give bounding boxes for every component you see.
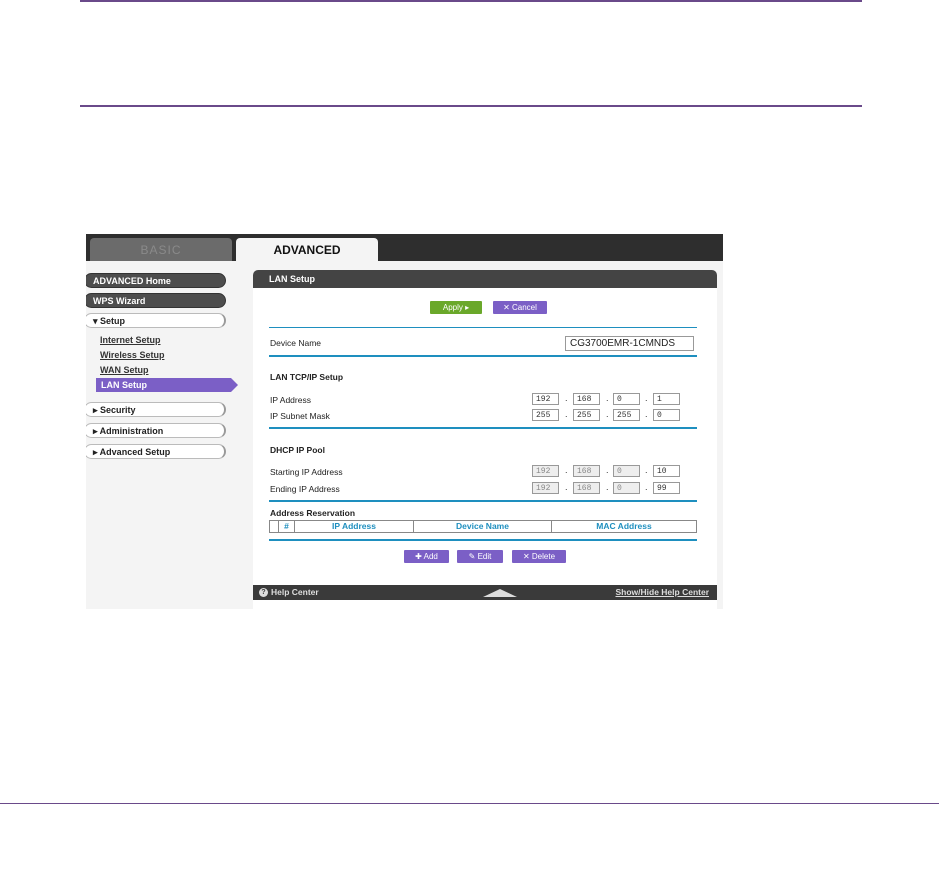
ip-address-octet-3[interactable]: 0 [613,393,640,405]
device-name-label: Device Name [270,338,322,348]
help-center-label[interactable]: Help Center [271,587,319,597]
dot-separator: . [565,409,568,419]
ending-ip-octet-4[interactable]: 99 [653,482,680,494]
dot-separator: . [606,465,609,475]
tab-advanced[interactable]: ADVANCED [236,238,378,261]
dot-separator: . [645,482,648,492]
sidebar-item-setup[interactable]: ▾ Setup [86,313,226,328]
sidebar: ADVANCED Home WPS Wizard ▾ Setup Interne… [86,261,238,609]
dhcp-pool-section-title: DHCP IP Pool [270,445,325,455]
header-rule [80,105,862,107]
dot-separator: . [606,409,609,419]
column-header-device-name: Device Name [414,521,552,532]
sidebar-item-wps-wizard[interactable]: WPS Wizard [86,293,226,308]
lan-tcpip-section-title: LAN TCP/IP Setup [270,372,344,382]
divider [269,539,697,541]
ending-ip-label: Ending IP Address [270,484,340,494]
sidebar-item-advanced-setup[interactable]: ▸ Advanced Setup [86,444,226,459]
starting-ip-label: Starting IP Address [270,467,343,477]
dot-separator: . [645,393,648,403]
add-button[interactable]: ✚ Add [404,550,449,563]
question-icon: ? [259,588,268,598]
tab-basic[interactable]: BASIC [90,238,232,261]
ip-address-octet-4[interactable]: 1 [653,393,680,405]
subnet-octet-4[interactable]: 0 [653,409,680,421]
subnet-mask-label: IP Subnet Mask [270,411,330,421]
sidebar-item-internet-setup[interactable]: Internet Setup [100,335,161,345]
footer-rule [0,803,939,804]
starting-ip-octet-1: 192 [532,465,559,477]
show-hide-help-center-link[interactable]: Show/Hide Help Center [615,585,709,600]
tab-bar: BASIC ADVANCED [86,234,723,261]
lan-setup-panel: LAN Setup Apply ▸ ✕ Cancel Device Name C… [253,270,717,609]
ip-address-octet-2[interactable]: 168 [573,393,600,405]
help-center-bar: ? Help Center Show/Hide Help Center [253,585,717,600]
dot-separator: . [565,482,568,492]
starting-ip-octet-2: 168 [573,465,600,477]
subnet-octet-1[interactable]: 255 [532,409,559,421]
address-reservation-title: Address Reservation [270,508,356,518]
dot-separator: . [565,465,568,475]
select-column-header [270,521,279,532]
sidebar-item-administration[interactable]: ▸ Administration [86,423,226,438]
ip-address-label: IP Address [270,395,311,405]
top-rule [80,0,862,2]
apply-button[interactable]: Apply ▸ [430,301,482,314]
edit-button[interactable]: ✎ Edit [457,550,503,563]
starting-ip-octet-4[interactable]: 10 [653,465,680,477]
column-header-number: # [279,521,295,532]
subnet-octet-3[interactable]: 255 [613,409,640,421]
ending-ip-octet-3: 0 [613,482,640,494]
cancel-button[interactable]: ✕ Cancel [493,301,547,314]
sidebar-item-security[interactable]: ▸ Security [86,402,226,417]
sidebar-item-advanced-home[interactable]: ADVANCED Home [86,273,226,288]
reservation-table-header: # IP Address Device Name MAC Address [269,520,697,533]
delete-button[interactable]: ✕ Delete [512,550,566,563]
dot-separator: . [645,409,648,419]
divider [269,427,697,429]
dot-separator: . [565,393,568,403]
ending-ip-octet-2: 168 [573,482,600,494]
column-header-ip-address: IP Address [295,521,414,532]
divider [269,500,697,502]
router-admin-screenshot: BASIC ADVANCED ADVANCED Home WPS Wizard … [86,234,723,609]
sidebar-item-wan-setup[interactable]: WAN Setup [100,365,149,375]
subnet-octet-2[interactable]: 255 [573,409,600,421]
dot-separator: . [645,465,648,475]
device-name-input[interactable]: CG3700EMR-1CMNDS [565,336,694,351]
panel-title: LAN Setup [253,270,717,288]
dot-separator: . [606,393,609,403]
sidebar-item-lan-setup[interactable]: LAN Setup [96,378,238,392]
expand-up-arrow-icon[interactable] [483,589,517,597]
sidebar-item-wireless-setup[interactable]: Wireless Setup [100,350,164,360]
starting-ip-octet-3: 0 [613,465,640,477]
ending-ip-octet-1: 192 [532,482,559,494]
ip-address-octet-1[interactable]: 192 [532,393,559,405]
divider [269,355,697,357]
dot-separator: . [606,482,609,492]
divider [269,327,697,328]
column-header-mac-address: MAC Address [596,521,652,531]
